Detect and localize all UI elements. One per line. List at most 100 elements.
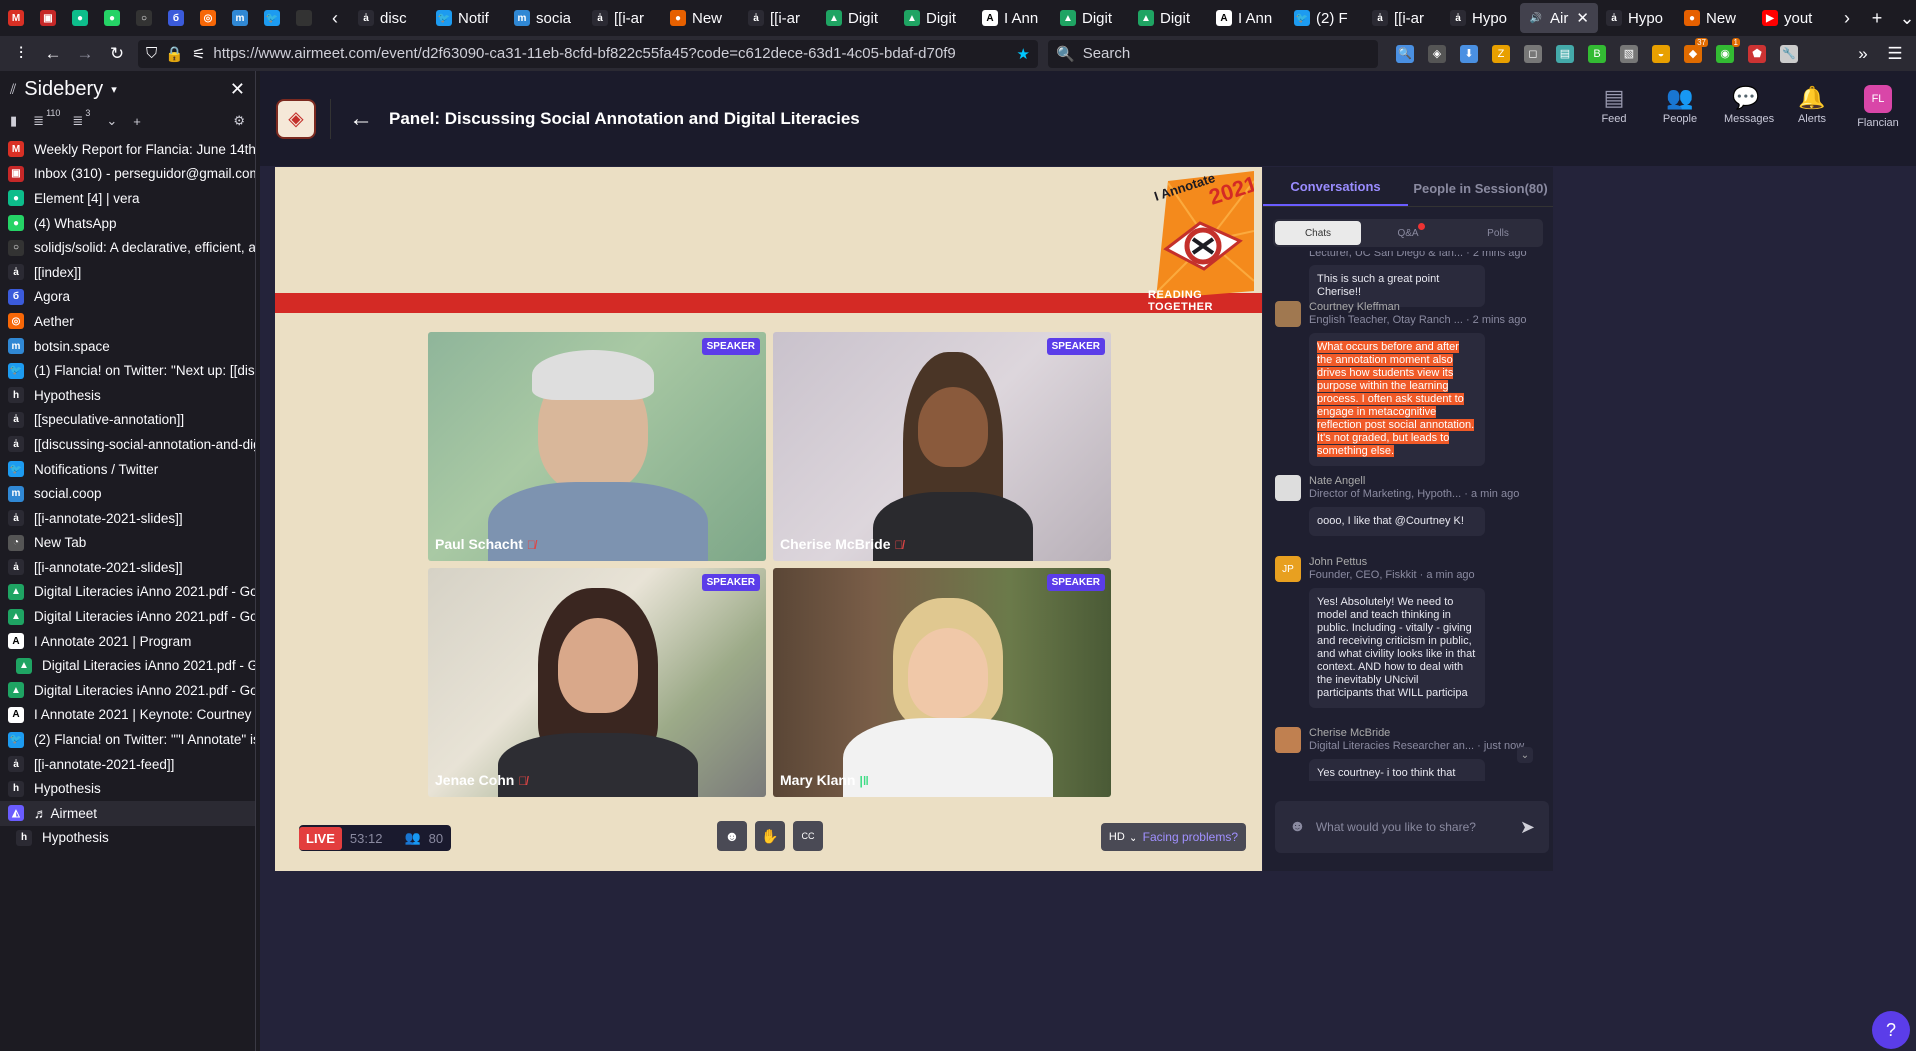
- facing-problems-button[interactable]: Facing problems?: [1134, 823, 1246, 851]
- sidebar-tab-item[interactable]: A I Annotate 2021 | Program: [0, 629, 255, 654]
- sidebar-tab-item[interactable]: ȧ [[discussing-social-annotation-and-digi…: [0, 432, 255, 457]
- tab-list-icon[interactable]: ⌄: [1892, 3, 1916, 33]
- browser-tab[interactable]: ȧ Hypo: [1598, 3, 1676, 33]
- browser-tab[interactable]: ▲ Digit: [818, 3, 896, 33]
- sender-name[interactable]: John Pettus: [1309, 556, 1475, 569]
- sidebar-tab-item[interactable]: ● (4) WhatsApp: [0, 211, 255, 236]
- avatar[interactable]: [1275, 475, 1301, 501]
- wrench-icon[interactable]: 🔧: [1780, 44, 1798, 63]
- avatar[interactable]: [1275, 727, 1301, 753]
- pinned-tab[interactable]: ◎: [192, 3, 224, 33]
- pinned-tab[interactable]: M: [0, 3, 32, 33]
- emoji-reaction-button[interactable]: ☻: [717, 821, 747, 851]
- video-tile[interactable]: SPEAKER Jenae Cohn 🎙̸: [428, 568, 766, 797]
- browser-tab[interactable]: ▶ yout: [1754, 3, 1832, 33]
- nav-messages[interactable]: 💬 Messages: [1724, 85, 1774, 129]
- back-arrow-icon[interactable]: ←: [349, 105, 373, 133]
- sidebar-tab-item[interactable]: 🐦 (2) Flancia! on Twitter: ""I Annotate" …: [0, 727, 255, 752]
- sidebar-tab-item[interactable]: ▲ Digital Literacies iAnno 2021.pdf - Goo…: [0, 678, 255, 703]
- sidebery-title[interactable]: Sidebery: [24, 78, 103, 101]
- ext-badge-icon[interactable]: ◆ 37: [1684, 37, 1708, 63]
- video-tile[interactable]: SPEAKER Cherise McBride 🎙̸: [773, 332, 1111, 561]
- browser-tab[interactable]: ▲ Digit: [1130, 3, 1208, 33]
- page-icon[interactable]: ▧: [1620, 44, 1638, 63]
- subtab-chats[interactable]: Chats: [1275, 221, 1361, 245]
- reload-icon[interactable]: ↻: [106, 44, 128, 64]
- browser-tab[interactable]: ● New: [1676, 3, 1754, 33]
- sidebar-tab-item[interactable]: ȧ [[index]]: [0, 260, 255, 285]
- shield-icon[interactable]: ⬟: [1748, 44, 1766, 63]
- sidebar-tab-item[interactable]: 🐦 (1) Flancia! on Twitter: "Next up: [[di…: [0, 358, 255, 383]
- pinned-tab[interactable]: б: [160, 3, 192, 33]
- sidebar-tab-item[interactable]: б Agora: [0, 285, 255, 310]
- scroll-tabs-right-icon[interactable]: ›: [1832, 3, 1862, 33]
- sidebar-tab-item[interactable]: A I Annotate 2021 | Keynote: Courtney McC…: [0, 703, 255, 728]
- sidebar-tab-item[interactable]: ● Element [4] | vera: [0, 186, 255, 211]
- download-icon[interactable]: ⬇: [1460, 44, 1478, 63]
- search-bar[interactable]: 🔍 Search: [1048, 39, 1378, 68]
- chevron-down-icon[interactable]: ▾: [111, 83, 117, 96]
- search-icon[interactable]: 🔍: [1396, 44, 1414, 63]
- help-button[interactable]: ?: [1872, 1011, 1910, 1049]
- zotero-icon[interactable]: Z: [1492, 44, 1510, 63]
- scroll-down-icon[interactable]: ⌄: [1517, 747, 1533, 763]
- sidebar-tab-item[interactable]: ȧ [[i-annotate-2021-slides]]: [0, 506, 255, 531]
- sidebar-tab-item[interactable]: h Hypothesis: [0, 826, 255, 851]
- sidebar-tab-item[interactable]: ◔ New Tab: [0, 531, 255, 556]
- video-tile[interactable]: SPEAKER Mary Klann |‖: [773, 568, 1111, 797]
- raise-hand-button[interactable]: ✋: [755, 821, 785, 851]
- sidebar-toggle-icon[interactable]: ⫶: [10, 44, 32, 64]
- tabs-panel-2-icon[interactable]: ≣: [72, 113, 83, 129]
- permissions-icon[interactable]: ⚟: [192, 45, 205, 63]
- menu-icon[interactable]: ☰: [1884, 44, 1906, 64]
- settings-gear-icon[interactable]: ⚙: [233, 113, 245, 129]
- sender-name[interactable]: Nate Angell: [1309, 475, 1519, 488]
- new-tab-icon[interactable]: +: [1862, 3, 1892, 33]
- pocket-icon[interactable]: ◈: [1428, 44, 1446, 63]
- eye-icon[interactable]: ◉ 1: [1716, 37, 1740, 63]
- sender-name[interactable]: Cherise McBride: [1309, 727, 1524, 740]
- rss-icon[interactable]: ▤: [1556, 44, 1574, 63]
- avatar[interactable]: [1275, 301, 1301, 327]
- pinned-tab[interactable]: ●: [96, 3, 128, 33]
- nav-alerts[interactable]: 🔔 Alerts: [1790, 85, 1834, 129]
- close-icon[interactable]: ✕: [230, 79, 245, 100]
- chat-input[interactable]: ☻ What would you like to share? ➤: [1275, 801, 1549, 853]
- bookmarks-icon[interactable]: ▮: [10, 113, 17, 129]
- sidebar-tab-item[interactable]: ○ solidjs/solid: A declarative, efficient…: [0, 235, 255, 260]
- emoji-icon[interactable]: ☻: [1289, 818, 1306, 836]
- captions-button[interactable]: CC: [793, 821, 823, 851]
- sidebar-tab-item[interactable]: m botsin.space: [0, 334, 255, 359]
- sidebar-tab-item[interactable]: ▲ Digital Literacies iAnno 2021.pdf - Goo…: [0, 580, 255, 605]
- pinned-tab[interactable]: ▣: [32, 3, 64, 33]
- sidebar-tab-item[interactable]: h Hypothesis: [0, 383, 255, 408]
- sender-name[interactable]: Courtney Kleffman: [1309, 301, 1526, 314]
- lock-icon[interactable]: 🔒: [165, 45, 184, 63]
- pinned-tab[interactable]: ●: [64, 3, 96, 33]
- pinned-tab[interactable]: [288, 3, 320, 33]
- url-bar[interactable]: ⛉ 🔒 ⚟ https://www.airmeet.com/event/d2f6…: [138, 39, 1038, 68]
- browser-tab[interactable]: m socia: [506, 3, 584, 33]
- sidebar-tab-item[interactable]: ȧ [[i-annotate-2021-feed]]: [0, 752, 255, 777]
- tab-people-in-session[interactable]: People in Session(80): [1408, 181, 1553, 206]
- new-tab-icon[interactable]: +: [133, 114, 141, 129]
- url-text[interactable]: https://www.airmeet.com/event/d2f63090-c…: [213, 45, 955, 62]
- sidebar-tab-item[interactable]: ▣ Inbox (310) - perseguidor@gmail.com - G…: [0, 162, 255, 187]
- burger-icon[interactable]: ◒: [1652, 44, 1670, 63]
- subtab-polls[interactable]: Polls: [1455, 221, 1541, 245]
- browser-tab[interactable]: ȧ [[i-ar: [1364, 3, 1442, 33]
- browser-tab[interactable]: ȧ disc: [350, 3, 428, 33]
- shield-icon[interactable]: ⛉: [146, 45, 157, 62]
- browser-tab[interactable]: ▲ Digit: [1052, 3, 1130, 33]
- sidebar-tab-item[interactable]: m social.coop: [0, 481, 255, 506]
- sidebar-tab-item[interactable]: ◭ ♬ Airmeet: [0, 801, 255, 826]
- back-icon[interactable]: ←: [42, 44, 64, 64]
- pinned-tab[interactable]: m: [224, 3, 256, 33]
- sidebar-tab-item[interactable]: ▲ Digital Literacies iAnno 2021.pdf - Goo…: [0, 653, 255, 678]
- chevron-down-icon[interactable]: ⌄: [106, 113, 117, 129]
- browser-tab[interactable]: ● New: [662, 3, 740, 33]
- forward-icon[interactable]: →: [74, 44, 96, 64]
- event-logo[interactable]: ◈: [276, 98, 316, 139]
- scroll-tabs-left-icon[interactable]: ‹: [320, 3, 350, 33]
- browser-tab[interactable]: A I Ann: [1208, 3, 1286, 33]
